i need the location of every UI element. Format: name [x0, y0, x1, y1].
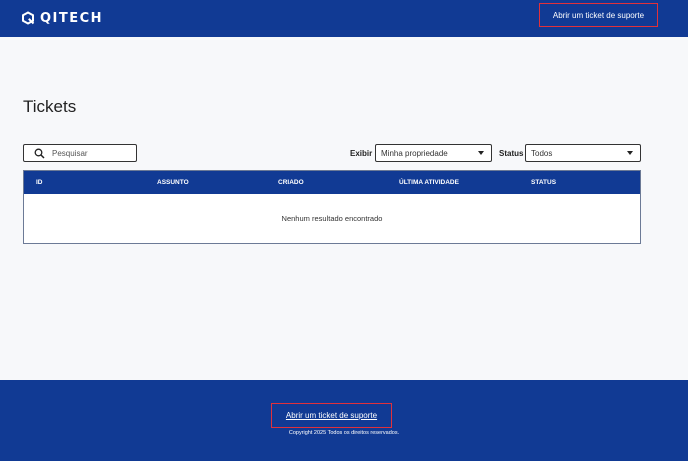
status-select[interactable]: Todos [525, 144, 641, 162]
column-header-id[interactable]: ID [36, 171, 43, 194]
status-select-value: Todos [531, 148, 553, 158]
column-header-criado[interactable]: CRIADO [278, 171, 304, 194]
exibir-select-value: Minha propriedade [381, 148, 448, 158]
search-box[interactable] [23, 144, 137, 162]
exibir-label: Exibir [350, 148, 373, 158]
footer: Abrir um ticket de suporte Copyright 202… [0, 380, 688, 461]
column-header-status[interactable]: STATUS [531, 171, 556, 194]
header-support-link[interactable]: Abrir um ticket de suporte [539, 3, 658, 27]
table-header: ID ASSUNTO CRIADO ÚLTIMA ATIVIDADE STATU… [24, 171, 640, 194]
footer-support-link[interactable]: Abrir um ticket de suporte [271, 403, 392, 428]
exibir-select[interactable]: Minha propriedade [375, 144, 492, 162]
tickets-table: ID ASSUNTO CRIADO ÚLTIMA ATIVIDADE STATU… [23, 170, 641, 244]
page-title: Tickets [23, 97, 77, 116]
qitech-logo-icon [22, 11, 35, 25]
status-label: Status [499, 148, 524, 158]
search-input[interactable] [52, 148, 127, 158]
column-header-assunto[interactable]: ASSUNTO [157, 171, 189, 194]
column-header-ultima-atividade[interactable]: ÚLTIMA ATIVIDADE [399, 171, 459, 194]
empty-state-message: Nenhum resultado encontrado [281, 214, 383, 223]
search-icon [34, 148, 45, 159]
top-header: QITECH Abrir um ticket de suporte [0, 0, 688, 37]
caret-down-icon [478, 151, 484, 155]
brand-logo[interactable]: QITECH [21, 10, 103, 26]
caret-down-icon [627, 151, 633, 155]
logo-text: QITECH [40, 10, 104, 26]
copyright-text: Copyright 2025 Todos os direitos reserva… [288, 430, 400, 436]
